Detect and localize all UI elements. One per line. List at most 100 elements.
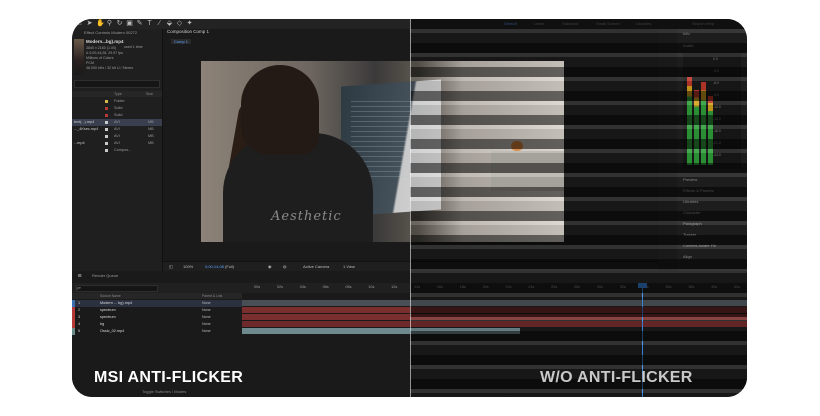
text-tool-icon[interactable]: T	[146, 20, 153, 27]
render-queue-tab[interactable]: Render Queue	[92, 273, 118, 278]
composition-tab[interactable]: Composition Comp 1	[167, 29, 209, 34]
column-type[interactable]: Type	[114, 92, 122, 96]
footage-meta: Δ 0;00;44;28, 29.97 fps	[86, 51, 123, 55]
layer-row[interactable]: 1 Modern ... bg).mp4 None	[72, 300, 242, 307]
column-size[interactable]: Size	[146, 92, 153, 96]
project-item-name: ...mp4	[74, 141, 85, 145]
project-item-size: MB	[148, 127, 154, 131]
label-color-swatch[interactable]	[105, 142, 108, 145]
camera-select[interactable]: Active Camera	[303, 264, 329, 269]
brush-tool-icon[interactable]: ∕	[156, 20, 163, 27]
layer-number: 1	[78, 301, 81, 305]
puppet-tool-icon[interactable]: ✦	[186, 20, 193, 27]
project-item[interactable]: Compos...	[72, 147, 162, 154]
footage-meta: PCM	[86, 61, 94, 65]
ruler-tick-label: 02s	[276, 285, 283, 289]
project-item[interactable]: Solid	[72, 112, 162, 119]
project-item-type: AVI	[114, 127, 120, 131]
layer-parent-select[interactable]: None	[202, 315, 211, 319]
close-icon[interactable]: ≡	[76, 273, 83, 280]
layer-parent-select[interactable]: None	[202, 322, 211, 326]
project-item[interactable]: text(...).mp4 AVI MB	[72, 119, 162, 126]
snapshot-icon[interactable]: ◉	[268, 264, 272, 269]
timeline-controls: ρ▾	[72, 283, 242, 293]
layer-row[interactable]: 3 spectrum None	[72, 314, 242, 321]
label-color-swatch[interactable]	[105, 107, 108, 110]
project-item-size: MB	[148, 120, 154, 124]
layer-label-color[interactable]	[72, 307, 75, 314]
layer-name[interactable]: Ossic_02.mp4	[100, 329, 124, 333]
ruler-tick-label: 04s	[299, 285, 306, 289]
timeline-search-input[interactable]: ρ▾	[76, 285, 158, 292]
ruler-tick-label: 00s	[254, 285, 261, 289]
label-color-swatch[interactable]	[105, 149, 108, 152]
layer-parent-select[interactable]: None	[202, 301, 211, 305]
footage-usage: used 1 time	[124, 45, 143, 49]
toggle-switches-modes[interactable]: Toggle Switches / Modes	[142, 389, 186, 394]
screenshot-frame: ⌂ ➤ ✋ ⚲ ↻ ▣ ✎ T ∕ ⬙ ◇ ✦ Default Learn St…	[72, 19, 747, 397]
zoom-tool-icon[interactable]: ⚲	[106, 20, 113, 27]
layer-column-header: Source Name Parent & Link	[72, 293, 242, 299]
project-column-header: Type Size	[72, 91, 162, 97]
color-channel-icon[interactable]: ◍	[283, 264, 287, 269]
layer-number: 3	[78, 315, 81, 319]
label-color-swatch[interactable]	[105, 100, 108, 103]
layer-name[interactable]: spectrum	[100, 315, 116, 319]
layer-parent-select[interactable]: None	[202, 308, 211, 312]
zoom-level-select[interactable]: 100%	[183, 264, 193, 269]
project-item-type: AVI	[114, 141, 120, 145]
project-item-type: Solid	[114, 106, 123, 110]
layer-parent-select[interactable]: None	[202, 329, 211, 333]
caption-msi-anti-flicker: MSI ANTI-FLICKER	[94, 369, 244, 386]
ruler-tick-label: 06s	[322, 285, 329, 289]
footage-meta: 48.000 kHz / 32 bit U / Stereo	[86, 66, 134, 70]
layer-row[interactable]: 5 Ossic_02.mp4 None	[72, 328, 242, 335]
label-color-swatch[interactable]	[105, 128, 108, 131]
home-icon[interactable]: ⌂	[76, 20, 83, 27]
comparison-divider	[410, 19, 411, 397]
layer-label-color[interactable]	[72, 314, 75, 321]
selection-tool-icon[interactable]: ➤	[86, 20, 93, 27]
project-item-name: text(...).mp4	[74, 120, 95, 124]
column-parent-link[interactable]: Parent & Link	[202, 294, 222, 298]
label-color-swatch[interactable]	[105, 135, 108, 138]
person-hair	[241, 65, 319, 155]
layer-label-color[interactable]	[72, 328, 75, 335]
current-time[interactable]: 0;00;14;08	[205, 264, 224, 269]
rotate-tool-icon[interactable]: ↻	[116, 20, 123, 27]
project-item-type: Solid	[114, 113, 123, 117]
label-color-swatch[interactable]	[105, 121, 108, 124]
column-source-name[interactable]: Source Name	[100, 294, 121, 298]
magnification-icon[interactable]: ◰	[169, 264, 173, 269]
project-panel: Effect Controls Modern 00272 Modern...bg…	[72, 29, 163, 271]
layer-name[interactable]: Modern ... bg).mp4	[100, 301, 132, 305]
layer-row[interactable]: 2 spectrum None	[72, 307, 242, 314]
camera-tool-icon[interactable]: ▣	[126, 20, 133, 27]
project-item[interactable]: ...mp4 AVI MB	[72, 140, 162, 147]
project-item[interactable]: ..._4Ksec.mp4 AVI MB	[72, 126, 162, 133]
project-item[interactable]: AVI MB	[72, 133, 162, 140]
views-select[interactable]: 1 View	[343, 264, 355, 269]
project-item-size: MB	[148, 141, 154, 145]
jacket-logo-text: Aesthetic	[271, 209, 342, 224]
comp-breadcrumb[interactable]: Comp 1	[171, 39, 192, 44]
project-item[interactable]: Solid	[72, 105, 162, 112]
project-item-type: AVI	[114, 134, 120, 138]
label-color-swatch[interactable]	[105, 114, 108, 117]
eraser-tool-icon[interactable]: ◇	[176, 20, 183, 27]
pen-tool-icon[interactable]: ✎	[136, 20, 143, 27]
layer-label-color[interactable]	[72, 321, 75, 328]
caption-without-anti-flicker: W/O ANTI-FLICKER	[540, 369, 693, 386]
layer-name[interactable]: spectrum	[100, 308, 116, 312]
layer-name[interactable]: bg	[100, 322, 104, 326]
layer-row[interactable]: 4 bg None	[72, 321, 242, 328]
resolution-select[interactable]: (Full)	[225, 264, 234, 269]
stamp-tool-icon[interactable]: ⬙	[166, 20, 173, 27]
project-item-name: ..._4Ksec.mp4	[74, 127, 99, 131]
project-item[interactable]: Folder	[72, 98, 162, 105]
ruler-tick-label: 10s	[368, 285, 375, 289]
project-search-input[interactable]	[74, 80, 160, 88]
effect-controls-tab[interactable]: Effect Controls Modern 00272	[84, 30, 137, 35]
layer-label-color[interactable]	[72, 300, 75, 307]
hand-tool-icon[interactable]: ✋	[96, 20, 105, 27]
